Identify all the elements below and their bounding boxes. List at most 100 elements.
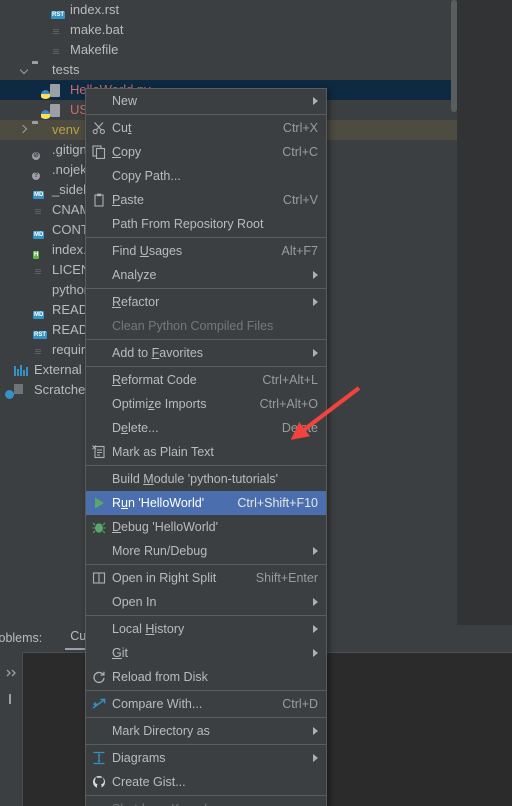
chevron-right-icon[interactable] bbox=[18, 120, 31, 140]
menu-item-label: Diagrams bbox=[112, 751, 166, 765]
menu-item-label: Create Gist... bbox=[112, 775, 186, 789]
tree-item-make-bat[interactable]: make.bat bbox=[0, 20, 457, 40]
menu-item-shortcut: Ctrl+Alt+O bbox=[259, 397, 318, 411]
menu-item-build-module-python-tutorials[interactable]: Build Module 'python-tutorials' bbox=[86, 467, 326, 491]
folder-icon bbox=[31, 122, 47, 138]
menu-icon-slot bbox=[86, 641, 112, 665]
menu-item-path-from-repository-root[interactable]: Path From Repository Root bbox=[86, 212, 326, 236]
submenu-arrow-icon bbox=[313, 754, 318, 762]
menu-item-label: Local History bbox=[112, 622, 185, 636]
menu-item-shortcut: Ctrl+Shift+F10 bbox=[237, 496, 318, 510]
menu-item-shortcut: Ctrl+V bbox=[282, 193, 318, 207]
menu-item-optimize-imports[interactable]: Optimize Imports Ctrl+Alt+O bbox=[86, 392, 326, 416]
menu-item-new[interactable]: New bbox=[86, 89, 326, 113]
split-icon bbox=[86, 566, 112, 590]
menu-item-local-history[interactable]: Local History bbox=[86, 617, 326, 641]
context-menu[interactable]: New Cut Ctrl+X Copy Ctrl+C Copy Path... Paste C… bbox=[85, 88, 327, 806]
github-icon bbox=[86, 770, 112, 794]
menu-icon-slot bbox=[86, 290, 112, 314]
menu-item-copy-path[interactable]: Copy Path... bbox=[86, 164, 326, 188]
menu-item-label: Refactor bbox=[112, 295, 160, 309]
plain-text-icon bbox=[86, 440, 112, 464]
menu-icon-slot bbox=[86, 416, 112, 440]
menu-item-shortcut: Shift+Enter bbox=[255, 571, 318, 585]
menu-item-refactor[interactable]: Refactor bbox=[86, 290, 326, 314]
menu-item-compare-with[interactable]: Compare With... Ctrl+D bbox=[86, 692, 326, 716]
tree-item-makefile[interactable]: Makefile bbox=[0, 40, 457, 60]
menu-icon-slot bbox=[86, 314, 112, 338]
tree-item-tests[interactable]: tests bbox=[0, 60, 457, 80]
menu-item-label: New bbox=[112, 94, 138, 108]
run-icon bbox=[86, 491, 112, 515]
menu-separator bbox=[86, 564, 326, 565]
menu-item-create-gist[interactable]: Create Gist... bbox=[86, 770, 326, 794]
menu-item-reload-from-disk[interactable]: Reload from Disk bbox=[86, 665, 326, 689]
menu-item-mark-as-plain-text[interactable]: Mark as Plain Text bbox=[86, 440, 326, 464]
menu-item-cut[interactable]: Cut Ctrl+X bbox=[86, 116, 326, 140]
text-file-icon bbox=[31, 202, 47, 218]
menu-item-reformat-code[interactable]: Reformat Code Ctrl+Alt+L bbox=[86, 368, 326, 392]
menu-item-label: Reformat Code bbox=[112, 373, 197, 387]
submenu-arrow-icon bbox=[313, 727, 318, 735]
problems-toolbar bbox=[0, 652, 22, 806]
menu-item-shortcut: Ctrl+X bbox=[282, 121, 318, 135]
menu-item-find-usages[interactable]: Find Usages Alt+F7 bbox=[86, 239, 326, 263]
menu-icon-slot bbox=[86, 239, 112, 263]
menu-separator bbox=[86, 366, 326, 367]
menu-item-diagrams[interactable]: Diagrams bbox=[86, 746, 326, 770]
menu-item-analyze[interactable]: Analyze bbox=[86, 263, 326, 287]
menu-icon-slot bbox=[86, 212, 112, 236]
chevron-down-icon[interactable] bbox=[18, 60, 31, 80]
menu-item-label: Copy Path... bbox=[112, 169, 181, 183]
menu-separator bbox=[86, 717, 326, 718]
menu-item-git[interactable]: Git bbox=[86, 641, 326, 665]
menu-item-label: Run 'HelloWorld' bbox=[112, 496, 205, 510]
tree-item-index-rst[interactable]: RST index.rst bbox=[0, 0, 457, 20]
text-file-icon bbox=[49, 22, 65, 38]
menu-item-shutdown-kernel: Shutdown Kernel bbox=[86, 797, 326, 806]
menu-item-shortcut: Alt+F7 bbox=[281, 244, 318, 258]
menu-icon-slot bbox=[86, 89, 112, 113]
submenu-arrow-icon bbox=[313, 547, 318, 555]
menu-item-label: Open In bbox=[112, 595, 157, 609]
menu-separator bbox=[86, 114, 326, 115]
menu-item-label: More Run/Debug bbox=[112, 544, 208, 558]
menu-item-run-helloworld[interactable]: Run 'HelloWorld' Ctrl+Shift+F10 bbox=[86, 491, 326, 515]
menu-item-label: Analyze bbox=[112, 268, 157, 282]
python-file-icon bbox=[41, 102, 65, 119]
menu-item-open-in[interactable]: Open In bbox=[86, 590, 326, 614]
menu-item-shortcut: Ctrl+Alt+L bbox=[262, 373, 318, 387]
submenu-arrow-icon bbox=[313, 97, 318, 105]
folder-icon bbox=[31, 62, 47, 78]
rst-file-icon: RST bbox=[51, 11, 65, 19]
python-file-icon bbox=[41, 82, 65, 99]
menu-item-add-to-favorites[interactable]: Add to Favorites bbox=[86, 341, 326, 365]
menu-separator bbox=[86, 795, 326, 796]
debug-icon bbox=[86, 515, 112, 539]
diagrams-icon bbox=[86, 746, 112, 770]
menu-item-paste[interactable]: Paste Ctrl+V bbox=[86, 188, 326, 212]
expand-all-icon[interactable] bbox=[4, 666, 18, 680]
menu-item-delete[interactable]: Delete... Delete bbox=[86, 416, 326, 440]
submenu-arrow-icon bbox=[313, 271, 318, 279]
submenu-arrow-icon bbox=[313, 598, 318, 606]
scissors-icon bbox=[86, 116, 112, 140]
tree-item-label: venv bbox=[52, 122, 80, 137]
menu-item-more-run-debug[interactable]: More Run/Debug bbox=[86, 539, 326, 563]
tree-item-label: make.bat bbox=[70, 22, 124, 37]
menu-item-mark-directory-as[interactable]: Mark Directory as bbox=[86, 719, 326, 743]
menu-item-label: Build Module 'python-tutorials' bbox=[112, 472, 278, 486]
menu-item-label: Mark Directory as bbox=[112, 724, 210, 738]
menu-item-copy[interactable]: Copy Ctrl+C bbox=[86, 140, 326, 164]
menu-item-label: Git bbox=[112, 646, 128, 660]
settings-icon[interactable] bbox=[4, 692, 18, 706]
tree-item-label: tests bbox=[52, 62, 80, 77]
menu-item-debug-helloworld[interactable]: Debug 'HelloWorld' bbox=[86, 515, 326, 539]
text-file-icon bbox=[31, 342, 47, 358]
scratches-icon bbox=[5, 382, 29, 399]
menu-item-label: Open in Right Split bbox=[112, 571, 217, 585]
menu-separator bbox=[86, 288, 326, 289]
clipboard-icon bbox=[86, 188, 112, 212]
menu-item-open-in-right-split[interactable]: Open in Right Split Shift+Enter bbox=[86, 566, 326, 590]
copy-icon bbox=[86, 140, 112, 164]
